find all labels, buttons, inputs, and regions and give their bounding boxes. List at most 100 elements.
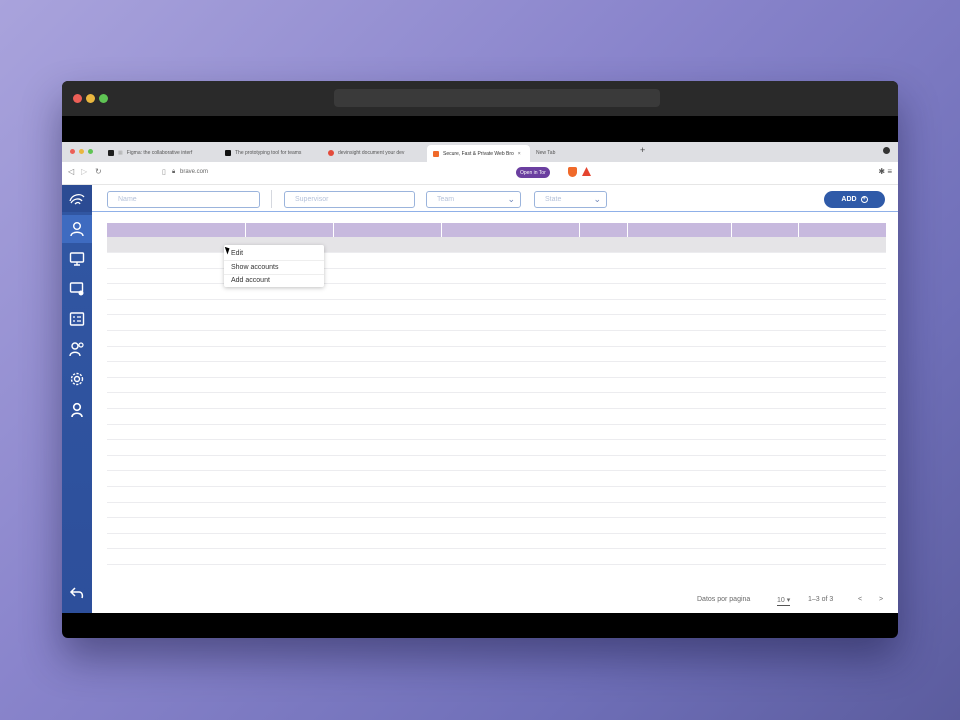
table-row-divider (107, 423, 886, 425)
close-window-button[interactable] (73, 94, 82, 103)
framer-favicon-icon (225, 149, 231, 156)
menu-item-edit[interactable]: Edit (231, 250, 243, 257)
address-bar: ◁ ▷ ↻ ▯ 🔒︎ brave.com Open in Tor ✱ ≡ (62, 162, 898, 185)
name-filter-input[interactable]: Name (107, 191, 260, 208)
sidebar-item-forms[interactable] (62, 305, 92, 333)
menu-item-show-accounts[interactable]: Show accounts (231, 264, 278, 271)
tab-strip: ▦ Figma: the collaborative interf The pr… (62, 142, 898, 162)
browser: ▦ Figma: the collaborative interf The pr… (62, 142, 898, 613)
tor-label: Open in Tor (520, 169, 546, 176)
table-row-divider (107, 454, 886, 456)
table-row-divider (107, 314, 886, 316)
maximize-dot[interactable] (88, 149, 93, 154)
app-logo[interactable] (62, 185, 92, 212)
browser-tab[interactable]: devinsight document your dev (322, 145, 422, 160)
table-row-divider (107, 532, 886, 534)
team-select[interactable]: Team ⌄ (426, 191, 521, 208)
tab-menu-icon[interactable] (883, 147, 890, 154)
rows-per-page-value: 10 (777, 597, 785, 604)
sidebar-item-settings[interactable] (62, 365, 92, 393)
browser-tab[interactable]: New Tab (530, 145, 590, 160)
logout-icon (69, 587, 84, 599)
divider (271, 190, 272, 208)
name-placeholder: Name (118, 196, 137, 203)
tab-label: Secure, Fast & Private Web Bro (443, 150, 514, 157)
bookmark-icon[interactable]: ▯ (162, 168, 166, 176)
table-row-divider (107, 392, 886, 394)
team-placeholder: Team (437, 196, 455, 203)
close-dot[interactable] (70, 149, 75, 154)
sidebar-item-users[interactable] (62, 215, 92, 243)
table-row-divider (107, 486, 886, 487)
table-row-divider (107, 361, 886, 363)
rows-per-page-select[interactable]: 10 ▾ (777, 596, 791, 606)
add-label: ADD (841, 196, 857, 203)
open-in-tor-button[interactable]: Open in Tor (516, 167, 550, 178)
add-button[interactable]: ADD + (824, 191, 885, 208)
back-icon[interactable]: ◁ (68, 167, 74, 176)
page-range: 1–3 of 3 (808, 596, 834, 603)
next-page-button[interactable]: > (879, 596, 883, 603)
column-divider (245, 223, 246, 237)
brave-rewards-icon[interactable] (582, 167, 591, 176)
browser-tab[interactable]: ▦ Figma: the collaborative interf (102, 145, 210, 160)
table-row-divider (107, 470, 886, 472)
new-tab-button[interactable]: + (640, 145, 645, 155)
app: Name Supervisor Team ⌄ State ⌄ ADD + Edi… (62, 185, 898, 613)
browser-window: ▦ Figma: the collaborative interf The pr… (62, 81, 898, 638)
team-icon (69, 342, 84, 357)
url-field[interactable]: brave.com (180, 169, 208, 175)
sidebar-item-monitor[interactable] (62, 245, 92, 273)
monitor-icon (69, 252, 85, 266)
column-divider (579, 223, 580, 237)
tab-label: devinsight document your dev (338, 149, 405, 156)
table-row-divider (107, 376, 886, 378)
devinsight-favicon-icon (328, 149, 334, 156)
window-titlebar (62, 81, 898, 116)
rows-per-page-label: Datos por pagina (697, 596, 751, 603)
reload-icon[interactable]: ↻ (95, 167, 102, 176)
brave-shield-icon[interactable] (568, 167, 577, 177)
brave-favicon-icon (433, 150, 439, 157)
menu-divider (224, 260, 324, 261)
supervisor-placeholder: Supervisor (295, 196, 329, 203)
browser-tab[interactable]: The prototyping tool for teams (219, 145, 319, 160)
close-tab-icon[interactable]: × (518, 151, 521, 157)
column-divider (333, 223, 334, 237)
grid-icon: ▦ (118, 149, 123, 156)
menu-item-add-account[interactable]: Add account (231, 277, 270, 284)
column-divider (798, 223, 799, 237)
tab-label: Figma: the collaborative interf (126, 149, 193, 156)
prev-page-button[interactable]: < (858, 596, 862, 603)
state-select[interactable]: State ⌄ (534, 191, 607, 208)
column-divider (627, 223, 628, 237)
sidebar-item-profile[interactable] (62, 396, 92, 424)
browser-tab-active[interactable]: Secure, Fast & Private Web Bro × (427, 145, 530, 162)
minimize-dot[interactable] (79, 149, 84, 154)
table-row-divider (107, 564, 886, 565)
user-icon (70, 222, 84, 237)
sidebar-item-devices[interactable] (62, 275, 92, 303)
sidebar-item-team[interactable] (62, 335, 92, 363)
sidebar (62, 185, 92, 613)
profile-icon (71, 402, 83, 418)
sidebar-item-logout[interactable] (62, 579, 92, 607)
chevron-down-icon: ⌄ (593, 194, 601, 204)
settings-icon (70, 372, 84, 386)
table-row-divider (107, 330, 886, 331)
form-icon (69, 312, 85, 326)
device-icon (69, 282, 84, 296)
tab-label: The prototyping tool for teams (235, 149, 302, 156)
logo-swirl-icon (69, 193, 85, 204)
tab-label: New Tab (536, 149, 556, 156)
supervisor-filter-input[interactable]: Supervisor (284, 191, 415, 208)
minimize-window-button[interactable] (86, 94, 95, 103)
menu-divider (224, 274, 324, 275)
forward-icon[interactable]: ▷ (81, 167, 87, 176)
extensions-icon[interactable]: ✱ ≡ (878, 167, 892, 176)
maximize-window-button[interactable] (99, 94, 108, 103)
window-address-placeholder (334, 89, 660, 107)
table-row-divider (107, 298, 886, 300)
table-row-divider (107, 517, 886, 519)
table-row-divider (107, 501, 886, 503)
